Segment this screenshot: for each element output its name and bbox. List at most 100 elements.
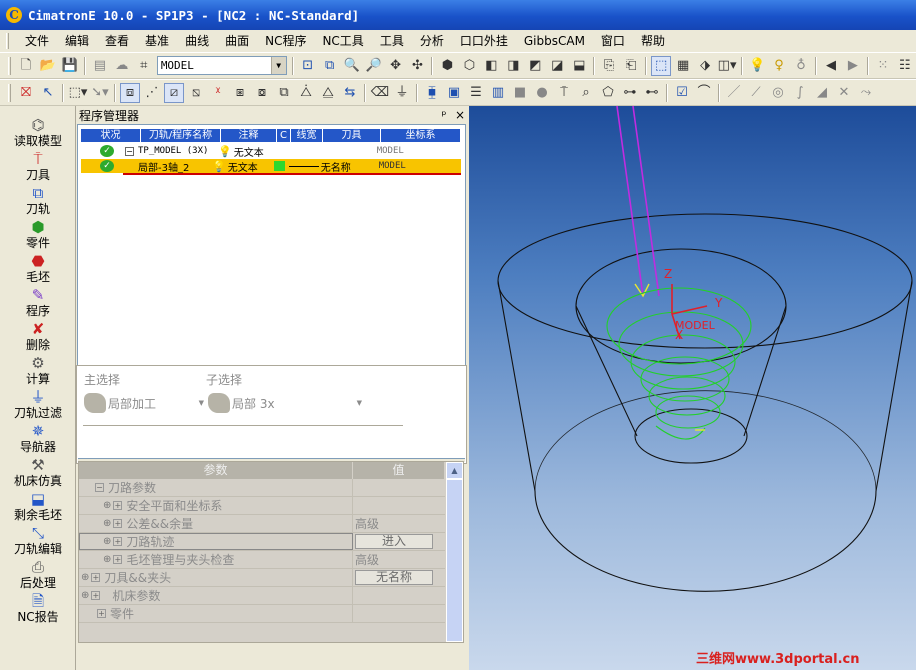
hidden-line-icon[interactable]: ⬗: [695, 56, 715, 76]
sidebar-item-tool[interactable]: ⍑ 刀具: [0, 150, 76, 184]
col-linewidth[interactable]: 线宽: [291, 129, 323, 142]
tree-row-local-3axis[interactable]: ✓ 局部-3轴_2 💡 无文本 无名称 MODEL: [81, 159, 461, 175]
param-row-stock-management[interactable]: ⊕ + 毛坯管理与夹头检查 高级: [79, 551, 445, 569]
chevron-down-icon[interactable]: ▼: [357, 399, 362, 407]
nc-box-icon[interactable]: ■: [510, 83, 530, 103]
view-bottom-icon[interactable]: ⬓: [569, 56, 589, 76]
close-icon[interactable]: ×: [452, 108, 468, 122]
col-ucs[interactable]: 坐标系: [381, 129, 461, 142]
zoom-icon[interactable]: 🔎: [364, 56, 384, 76]
light-off-icon[interactable]: ♁: [791, 56, 811, 76]
pan-icon[interactable]: ✥: [386, 56, 406, 76]
sidebar-item-nc-report[interactable]: 🗎 NC报告: [0, 592, 76, 626]
nc-sheet-icon[interactable]: ▣: [444, 83, 464, 103]
zoom-all-icon[interactable]: ⊡: [298, 56, 318, 76]
param-value[interactable]: 高级: [353, 551, 445, 568]
nc-table-icon[interactable]: ▥: [488, 83, 508, 103]
sidebar-item-toolpath-filter[interactable]: ⏚ 刀轨过滤: [0, 388, 76, 422]
col-name[interactable]: 刀轨/程序名称: [141, 129, 221, 142]
line-icon[interactable]: ／: [724, 83, 744, 103]
nc-wizard-icon[interactable]: ⧯: [422, 83, 442, 103]
view-restore-icon[interactable]: ⎗: [621, 56, 641, 76]
sidebar-item-remaining-stock[interactable]: ⬓ 剩余毛坯: [0, 490, 76, 524]
zoom-window-icon[interactable]: ⧉: [320, 56, 340, 76]
zoom-dynamic-icon[interactable]: 🔍: [342, 56, 362, 76]
expand-icon[interactable]: +: [113, 537, 123, 546]
param-row-toolpath-trajectory[interactable]: ⊕ + 刀路轨迹 进入: [79, 533, 445, 551]
nc-tool-icon[interactable]: ⍑: [554, 83, 574, 103]
filter-curve-icon[interactable]: ⋰: [142, 83, 162, 103]
polyline-icon[interactable]: ⟋: [746, 83, 766, 103]
sidebar-item-stock[interactable]: ⬣ 毛坯: [0, 252, 76, 286]
pattern-icon[interactable]: ⁙: [873, 56, 893, 76]
parameter-scrollbar[interactable]: ▲: [446, 462, 463, 642]
expand-icon[interactable]: +: [113, 555, 123, 564]
param-row-safe-plane[interactable]: ⊕ + 安全平面和坐标系: [79, 497, 445, 515]
extend-icon[interactable]: ⤳: [856, 83, 876, 103]
param-row-toolpath-params[interactable]: − 刀路参数: [79, 479, 445, 497]
sidebar-item-navigator[interactable]: ✵ 导航器: [0, 422, 76, 456]
sidebar-item-delete[interactable]: ✘ 删除: [0, 320, 76, 354]
rotate-icon[interactable]: ✣: [408, 56, 428, 76]
check-icon[interactable]: ☑: [672, 83, 692, 103]
expand-icon[interactable]: +: [91, 591, 101, 600]
trim-icon[interactable]: ✕: [834, 83, 854, 103]
menu-nc-tools[interactable]: NC工具: [314, 30, 371, 52]
filter-sketch-icon[interactable]: ⧉: [274, 83, 294, 103]
sidebar-item-program[interactable]: ✎ 程序: [0, 286, 76, 320]
filter-dim-icon[interactable]: ⧊: [296, 83, 316, 103]
param-row-tool-holder[interactable]: ⊕ + 刀具&&夹头 无名称: [79, 569, 445, 587]
render-dropdown-icon[interactable]: ◫▾: [717, 56, 737, 76]
nc-search-icon[interactable]: ⌕: [576, 83, 596, 103]
filter-edge-icon[interactable]: ⧄: [164, 82, 184, 103]
sidebar-item-toolpath-edit[interactable]: ⤡ 刀轨编辑: [0, 524, 76, 558]
filter-set-icon[interactable]: ⧋: [318, 83, 338, 103]
nc-split-icon[interactable]: ⊶: [620, 83, 640, 103]
expand-icon[interactable]: +: [113, 519, 123, 528]
pick-cursor-icon[interactable]: ↖: [38, 83, 58, 103]
tree-row-tp-model[interactable]: ✓ − TP_MODEL (3X) 💡 无文本 MODEL: [81, 144, 461, 159]
grid-icon[interactable]: ☷: [895, 56, 915, 76]
nc-branch-icon[interactable]: ⊷: [642, 83, 662, 103]
cloud-icon[interactable]: ☁: [112, 56, 132, 76]
layer-icon[interactable]: ▤: [90, 56, 110, 76]
view-top-icon[interactable]: ⬡: [459, 56, 479, 76]
menu-view[interactable]: 查看: [97, 30, 137, 52]
expand-icon[interactable]: +: [97, 609, 106, 618]
filter-wire-icon[interactable]: ⧆: [230, 83, 250, 103]
menu-nc-program[interactable]: NC程序: [257, 30, 314, 52]
shaded-mode-icon[interactable]: ⬚: [651, 55, 672, 76]
nc-solid-icon[interactable]: ⬠: [598, 83, 618, 103]
menu-plugin[interactable]: 口口外挂: [452, 30, 516, 52]
previous-view-icon[interactable]: ◀: [821, 56, 841, 76]
filter-surface-icon[interactable]: ⧅: [186, 83, 206, 103]
menu-file[interactable]: 文件: [17, 30, 57, 52]
nc-sphere-icon[interactable]: ●: [532, 83, 552, 103]
light-bulb-icon[interactable]: 💡: [747, 56, 767, 76]
open-folder-icon[interactable]: 📂: [38, 56, 58, 76]
col-c[interactable]: C: [277, 129, 291, 142]
select-filter-icon[interactable]: ⛝: [16, 83, 36, 103]
view-iso-icon[interactable]: ⬢: [437, 56, 457, 76]
ucs-select[interactable]: MODEL ▼: [156, 56, 287, 75]
nc-list-icon[interactable]: ☰: [466, 83, 486, 103]
enter-button[interactable]: 进入: [355, 534, 433, 549]
filter-point-icon[interactable]: ᵡ: [208, 83, 228, 103]
select-mode-icon[interactable]: ⬚▾: [68, 83, 88, 103]
scrollbar-thumb[interactable]: [446, 479, 463, 642]
col-status[interactable]: 状况: [81, 129, 141, 142]
menu-datum[interactable]: 基准: [137, 30, 177, 52]
param-row-tolerance[interactable]: ⊕ + 公差&&余量 高级: [79, 515, 445, 533]
menu-surface[interactable]: 曲面: [217, 30, 257, 52]
view-left-icon[interactable]: ◩: [525, 56, 545, 76]
toolpath-color-swatch[interactable]: [273, 161, 285, 171]
main-selection-combo[interactable]: 局部加工 ▼: [84, 393, 204, 413]
menu-tools[interactable]: 工具: [372, 30, 412, 52]
tool-name-button[interactable]: 无名称: [355, 570, 433, 585]
filter-clear-icon[interactable]: ⌫: [370, 83, 390, 103]
expand-icon[interactable]: +: [91, 573, 101, 582]
set-ucs-icon[interactable]: ⌗: [134, 56, 154, 76]
pin-icon[interactable]: ᵖ: [436, 108, 452, 122]
light-on-icon[interactable]: ♀: [769, 56, 789, 76]
new-file-icon[interactable]: 🗋: [16, 56, 36, 76]
